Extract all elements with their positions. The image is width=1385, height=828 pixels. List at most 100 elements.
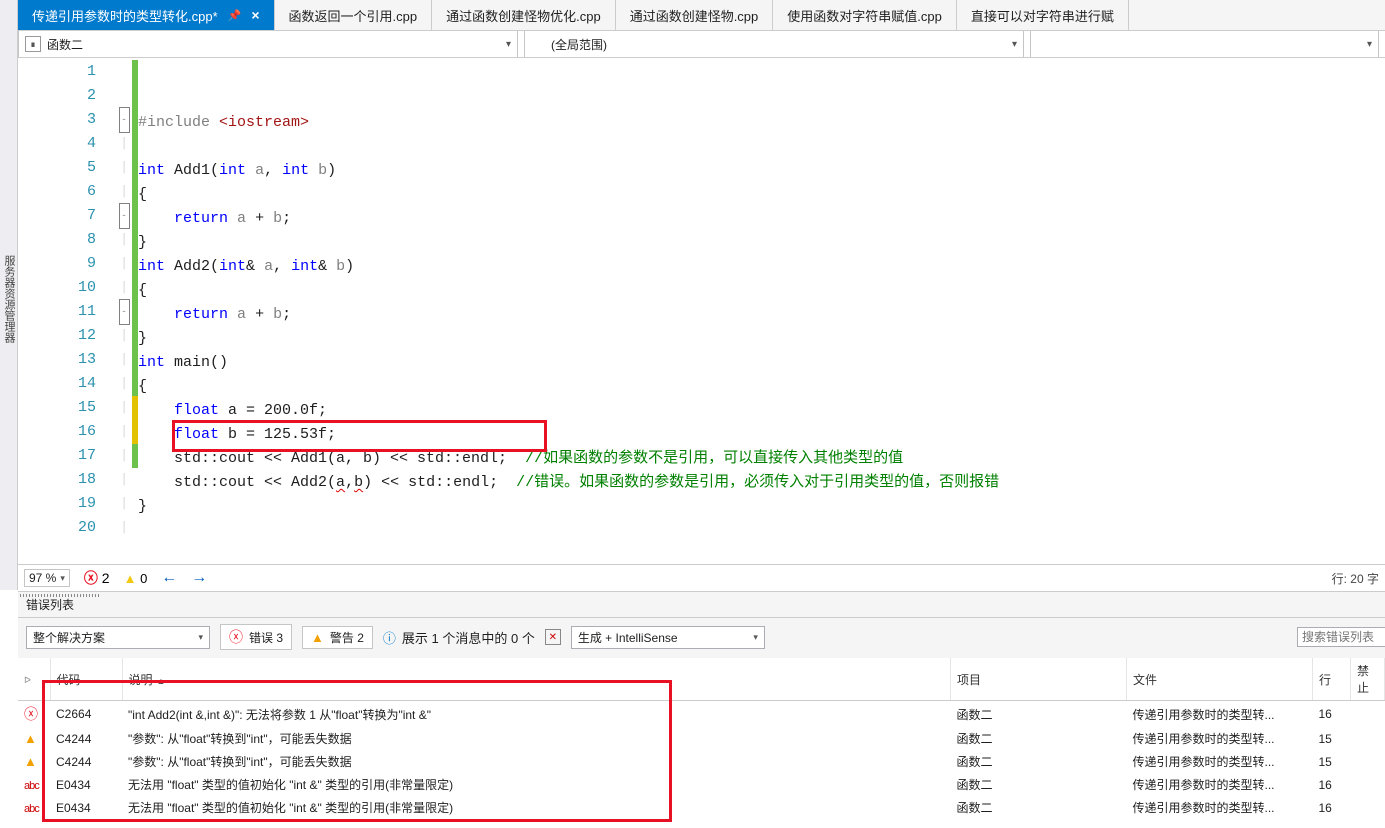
code-editor[interactable]: 1234567891011121314151617181920 -│││-│││… — [18, 58, 1385, 564]
code-line[interactable]: { — [138, 183, 1385, 207]
nav-back-button[interactable]: ← — [161, 569, 177, 587]
error-list-table[interactable]: ᐅ 代码 说明▲ 项目 文件 行 禁止 ⓧC2664"int Add2(int … — [18, 658, 1385, 828]
code-line[interactable] — [138, 135, 1385, 159]
error-line-cell: 16 — [1313, 773, 1351, 796]
document-tab[interactable]: 使用函数对字符串赋值.cpp — [773, 0, 957, 30]
code-line[interactable]: std::cout << Add1(a, b) << std::endl; //… — [138, 447, 1385, 471]
error-row[interactable]: abcE0434无法用 "float" 类型的值初始化 "int &" 类型的引… — [18, 773, 1385, 796]
line-number: 6 — [38, 180, 116, 204]
code-line[interactable]: { — [138, 375, 1385, 399]
code-line[interactable]: int Add1(int a, int b) — [138, 159, 1385, 183]
error-severity-cell: ▲ — [18, 750, 50, 773]
error-table-header-row[interactable]: ᐅ 代码 说明▲ 项目 文件 行 禁止 — [18, 658, 1385, 701]
code-area[interactable]: #include <iostream> int Add1(int a, int b… — [138, 58, 1385, 564]
code-line[interactable]: return a + b; — [138, 303, 1385, 327]
error-search-input[interactable] — [1297, 627, 1385, 647]
line-number: 16 — [38, 420, 116, 444]
col-project-header[interactable]: 项目 — [951, 658, 1127, 701]
fold-toggle-icon[interactable]: - — [119, 203, 130, 229]
error-row[interactable]: ▲C4244"参数": 从"float"转换到"int"，可能丢失数据函数二传递… — [18, 727, 1385, 750]
line-number: 15 — [38, 396, 116, 420]
error-code-cell: C4244 — [50, 750, 122, 773]
code-line[interactable] — [138, 519, 1385, 543]
nav-forward-button[interactable]: → — [191, 569, 207, 587]
error-code-cell: E0434 — [50, 773, 122, 796]
error-row[interactable]: abcE0434无法用 "float" 类型的值初始化 "int &" 类型的引… — [18, 796, 1385, 819]
fold-toggle-icon[interactable]: - — [119, 299, 130, 325]
error-source-dropdown[interactable]: 生成 + IntelliSense ▾ — [571, 626, 765, 649]
warning-icon: ▲ — [24, 731, 37, 746]
error-search-box[interactable] — [1297, 627, 1377, 647]
fold-cell — [116, 60, 132, 84]
fold-cell[interactable]: - — [116, 300, 132, 324]
filter-x-icon: ✕ — [549, 632, 557, 643]
error-code-cell: C2664 — [50, 701, 122, 728]
code-line[interactable] — [138, 543, 1385, 564]
error-row[interactable]: ▲C4244"参数": 从"float"转换到"int"，可能丢失数据函数二传递… — [18, 750, 1385, 773]
warning-count-icon[interactable]: ▲ 0 — [124, 571, 148, 586]
col-suppress-header[interactable]: 禁止 — [1351, 658, 1385, 701]
error-list-panel: 错误列表 整个解决方案 ▾ ⓧ 错误 3 ▲ 警告 2 ⓘ 展示 1 个消息中的… — [18, 591, 1385, 828]
chevron-down-icon: ▾ — [498, 39, 511, 50]
nav-scope-project-label: 函数二 — [47, 36, 83, 53]
line-number: 8 — [38, 228, 116, 252]
code-line[interactable]: float a = 200.0f; — [138, 399, 1385, 423]
error-file-cell: 传递引用参数时的类型转... — [1127, 750, 1313, 773]
pin-icon[interactable]: 📌 — [228, 9, 242, 22]
filter-errors-label: 错误 3 — [249, 629, 283, 646]
fold-cell[interactable]: - — [116, 108, 132, 132]
fold-cell: │ — [116, 420, 132, 444]
fold-cell[interactable]: - — [116, 204, 132, 228]
code-line[interactable]: int Add2(int& a, int& b) — [138, 255, 1385, 279]
error-count-icon[interactable]: ⓧ 2 — [84, 568, 110, 588]
side-tool-window-tab[interactable]: 服务器资源管理器 — [0, 0, 18, 590]
error-file-cell: 传递引用参数时的类型转... — [1127, 773, 1313, 796]
line-number: 20 — [38, 516, 116, 540]
document-tab[interactable]: 函数返回一个引用.cpp — [275, 0, 433, 30]
col-desc-header[interactable]: 说明▲ — [122, 658, 951, 701]
filter-errors-button[interactable]: ⓧ 错误 3 — [220, 624, 292, 650]
close-icon[interactable]: × — [251, 8, 259, 22]
fold-cell: │ — [116, 468, 132, 492]
document-tab-label: 通过函数创建怪物.cpp — [630, 6, 759, 25]
fold-cell: │ — [116, 396, 132, 420]
error-row[interactable]: ⓧC2664"int Add2(int &,int &)": 无法将参数 1 从… — [18, 701, 1385, 728]
error-suppress-cell — [1351, 701, 1385, 728]
error-scope-label: 整个解决方案 — [33, 629, 105, 646]
col-code-header[interactable]: 代码 — [50, 658, 122, 701]
error-desc-cell: "参数": 从"float"转换到"int"，可能丢失数据 — [122, 727, 951, 750]
filter-messages-button[interactable]: ⓘ 展示 1 个消息中的 0 个 — [383, 628, 535, 647]
error-desc-cell: "参数": 从"float"转换到"int"，可能丢失数据 — [122, 750, 951, 773]
clear-filter-button[interactable]: ✕ — [545, 629, 561, 645]
fold-gutter[interactable]: -│││-│││-│││││││││ — [116, 58, 132, 564]
code-line[interactable]: float b = 125.53f; — [138, 423, 1385, 447]
code-line[interactable]: } — [138, 495, 1385, 519]
filter-messages-label: 展示 1 个消息中的 0 个 — [402, 628, 535, 647]
filter-warnings-button[interactable]: ▲ 警告 2 — [302, 626, 373, 649]
col-file-header[interactable]: 文件 — [1127, 658, 1313, 701]
document-tab[interactable]: 传递引用参数时的类型转化.cpp*📌× — [18, 0, 275, 30]
error-line-cell: 15 — [1313, 727, 1351, 750]
document-tab[interactable]: 通过函数创建怪物优化.cpp — [432, 0, 616, 30]
document-tab[interactable]: 通过函数创建怪物.cpp — [616, 0, 774, 30]
panel-grip[interactable] — [20, 594, 100, 597]
code-line[interactable]: } — [138, 231, 1385, 255]
nav-scope-member[interactable]: ▾ — [1030, 31, 1379, 57]
code-line[interactable]: { — [138, 279, 1385, 303]
code-line[interactable]: std::cout << Add2(a,b) << std::endl; //错… — [138, 471, 1385, 495]
filter-warnings-label: 警告 2 — [330, 629, 364, 646]
zoom-dropdown[interactable]: 97 % ▾ — [24, 569, 70, 587]
nav-scope-global[interactable]: (全局范围) ▾ — [524, 31, 1024, 57]
code-line[interactable]: return a + b; — [138, 207, 1385, 231]
code-line[interactable]: } — [138, 327, 1385, 351]
error-severity-cell: ▲ — [18, 727, 50, 750]
fold-toggle-icon[interactable]: - — [119, 107, 130, 133]
nav-scope-project[interactable]: ∎ 函数二 ▾ — [18, 31, 518, 57]
code-line[interactable]: int main() — [138, 351, 1385, 375]
code-line[interactable]: #include <iostream> — [138, 111, 1385, 135]
error-source-label: 生成 + IntelliSense — [578, 629, 678, 646]
col-line-header[interactable]: 行 — [1313, 658, 1351, 701]
document-tab[interactable]: 直接可以对字符串进行赋 — [957, 0, 1129, 30]
col-icon-header[interactable]: ᐅ — [18, 658, 50, 701]
error-scope-dropdown[interactable]: 整个解决方案 ▾ — [26, 626, 210, 649]
